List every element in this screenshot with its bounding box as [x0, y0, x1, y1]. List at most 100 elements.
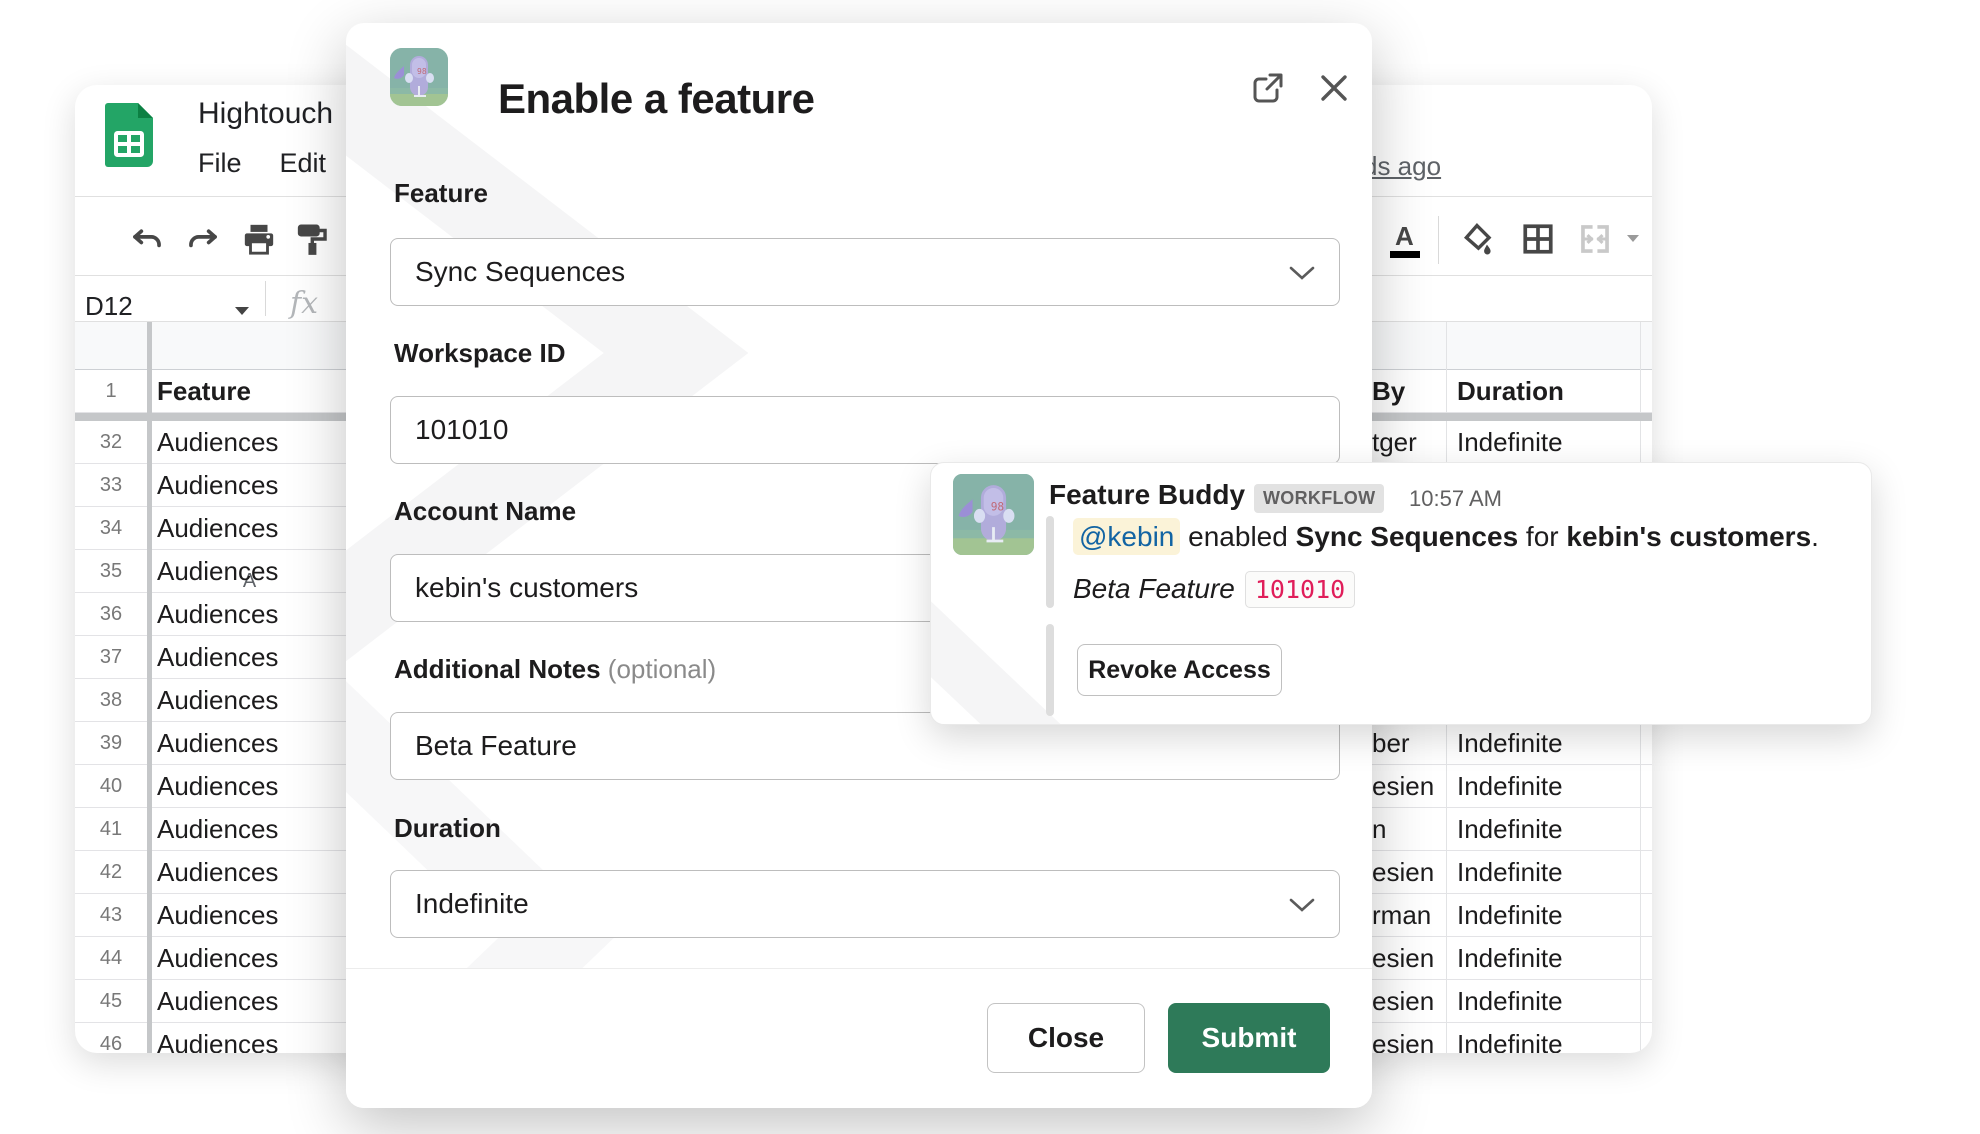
undo-icon[interactable]	[130, 222, 164, 256]
fill-color-icon[interactable]	[1460, 222, 1494, 256]
slack-message-card: 98 Feature Buddy WORKFLOW 10:57 AM @kebi…	[930, 462, 1872, 725]
header-duration[interactable]: Duration	[1457, 370, 1564, 412]
row-number[interactable]: 38	[75, 679, 147, 721]
workspace-id-input[interactable]: 101010	[390, 396, 1340, 464]
row-number[interactable]: 45	[75, 980, 147, 1022]
duration-label: Duration	[394, 813, 501, 844]
row-number[interactable]: 37	[75, 636, 147, 678]
duration-select-value: Indefinite	[415, 888, 529, 920]
cell-duration[interactable]: Indefinite	[1457, 980, 1563, 1022]
svg-text:98: 98	[417, 67, 427, 76]
duration-select[interactable]: Indefinite	[390, 870, 1340, 938]
open-external-icon[interactable]	[1251, 71, 1285, 105]
row-number[interactable]: 35	[75, 550, 147, 592]
cell-feature[interactable]: Audiences	[157, 421, 278, 463]
workflow-badge: WORKFLOW	[1254, 484, 1384, 513]
cell-duration[interactable]: Indefinite	[1457, 808, 1563, 850]
cell-duration[interactable]: Indefinite	[1457, 851, 1563, 893]
cell-feature[interactable]: Audiences	[157, 679, 278, 721]
close-button[interactable]: Close	[987, 1003, 1145, 1073]
menu-file[interactable]: File	[198, 148, 242, 178]
cell-feature[interactable]: Audiences	[157, 464, 278, 506]
cell-feature[interactable]: Audiences	[157, 808, 278, 850]
cell-duration[interactable]: Indefinite	[1457, 894, 1563, 936]
feature-buddy-app-icon: 98	[390, 48, 448, 106]
google-sheets-icon	[105, 103, 153, 167]
name-box-chevron-icon[interactable]	[235, 307, 249, 315]
row-number[interactable]: 36	[75, 593, 147, 635]
message-quote-bar	[1046, 516, 1054, 608]
cell-enabled-by[interactable]: tger	[1372, 421, 1417, 463]
cell-enabled-by[interactable]: esien	[1372, 765, 1434, 807]
redo-icon[interactable]	[186, 222, 220, 256]
menu-edit[interactable]: Edit	[280, 148, 327, 178]
workspace-code: 101010	[1245, 571, 1355, 608]
cell-feature[interactable]: Audiences	[157, 593, 278, 635]
cell-enabled-by[interactable]: ber	[1372, 722, 1410, 764]
cell-duration[interactable]: Indefinite	[1457, 765, 1563, 807]
text-color-icon[interactable]: A	[1387, 220, 1423, 260]
cell-enabled-by[interactable]: rman	[1372, 894, 1431, 936]
close-icon[interactable]	[1318, 72, 1350, 104]
feature-buddy-avatar[interactable]: 98	[953, 474, 1034, 555]
cell-feature[interactable]: Audiences	[157, 851, 278, 893]
cell-feature[interactable]: Audiences	[157, 722, 278, 764]
row-number[interactable]: 42	[75, 851, 147, 893]
cell-feature[interactable]: Audiences	[157, 937, 278, 979]
spreadsheet-title[interactable]: Hightouch	[198, 97, 333, 131]
cell-feature[interactable]: Audiences	[157, 1023, 278, 1053]
row-number[interactable]: 32	[75, 421, 147, 463]
message-text: @kebin enabled Sync Sequences for kebin'…	[1073, 521, 1819, 553]
svg-text:A: A	[1395, 221, 1414, 251]
cell-duration[interactable]: Indefinite	[1457, 421, 1563, 463]
user-mention[interactable]: @kebin	[1073, 518, 1180, 555]
cell-feature[interactable]: Audiences	[157, 980, 278, 1022]
cell-duration[interactable]: Indefinite	[1457, 1023, 1563, 1053]
cell-enabled-by[interactable]: esien	[1372, 980, 1434, 1022]
borders-icon[interactable]	[1521, 222, 1555, 256]
merge-cells-icon[interactable]	[1578, 222, 1612, 256]
additional-notes-value: Beta Feature	[415, 730, 577, 762]
row-number[interactable]: 40	[75, 765, 147, 807]
toolbar-more-chevron-icon[interactable]	[1627, 235, 1639, 242]
cell-feature[interactable]: Audiences	[157, 507, 278, 549]
print-icon[interactable]	[242, 222, 276, 256]
workspace-id-label: Workspace ID	[394, 338, 565, 369]
row-number[interactable]: 33	[75, 464, 147, 506]
row-number[interactable]: 34	[75, 507, 147, 549]
svg-text:98: 98	[991, 500, 1004, 513]
cell-feature[interactable]: Audiences	[157, 894, 278, 936]
header-feature[interactable]: Feature	[157, 370, 251, 412]
feature-select[interactable]: Sync Sequences	[390, 238, 1340, 306]
cell-feature[interactable]: Audiences	[157, 550, 278, 592]
name-box[interactable]: D12	[85, 291, 133, 322]
chevron-down-icon	[1289, 888, 1315, 920]
last-edit-link[interactable]: ds ago	[1363, 151, 1441, 182]
cell-duration[interactable]: Indefinite	[1457, 722, 1563, 764]
frozen-column-divider[interactable]	[147, 322, 152, 1053]
cell-enabled-by[interactable]: esien	[1372, 937, 1434, 979]
row-number[interactable]: 41	[75, 808, 147, 850]
row-number[interactable]: 43	[75, 894, 147, 936]
submit-button[interactable]: Submit	[1168, 1003, 1330, 1073]
timestamp[interactable]: 10:57 AM	[1409, 486, 1502, 512]
row-number[interactable]: 39	[75, 722, 147, 764]
row-number[interactable]: 46	[75, 1023, 147, 1053]
cell-duration[interactable]: Indefinite	[1457, 937, 1563, 979]
action-quote-bar	[1046, 624, 1054, 716]
workspace-id-value: 101010	[415, 414, 508, 446]
cell-enabled-by[interactable]: esien	[1372, 851, 1434, 893]
paint-format-icon[interactable]	[296, 222, 330, 256]
revoke-access-button[interactable]: Revoke Access	[1077, 644, 1282, 696]
cell-enabled-by[interactable]: esien	[1372, 1023, 1434, 1053]
header-by[interactable]: By	[1372, 370, 1405, 412]
feature-label: Feature	[394, 178, 488, 209]
row-number[interactable]: 44	[75, 937, 147, 979]
cell-feature[interactable]: Audiences	[157, 636, 278, 678]
sender-name[interactable]: Feature Buddy	[1049, 479, 1245, 511]
modal-footer: Close Submit	[346, 968, 1372, 1108]
chevron-down-icon	[1289, 256, 1315, 288]
cell-enabled-by[interactable]: n	[1372, 808, 1386, 850]
row-number[interactable]: 1	[75, 370, 147, 412]
cell-feature[interactable]: Audiences	[157, 765, 278, 807]
